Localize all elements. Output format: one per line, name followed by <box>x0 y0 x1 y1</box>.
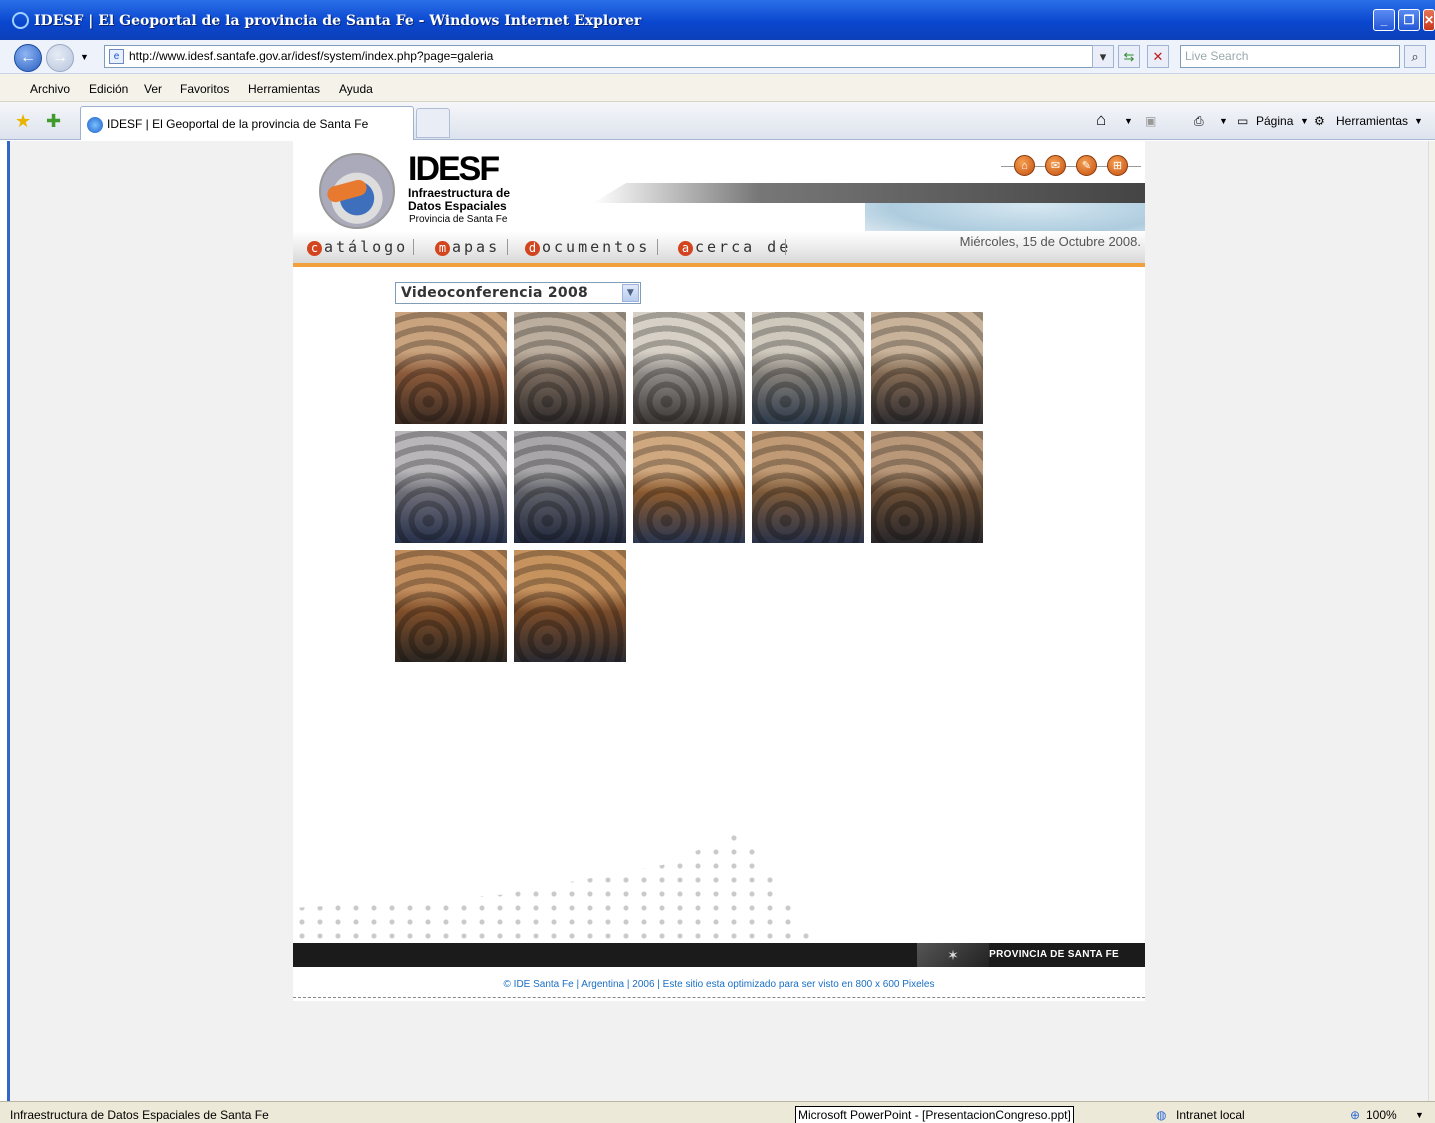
status-text: Infraestructura de Datos Espaciales de S… <box>10 1108 269 1122</box>
home-icon[interactable]: ⌂ <box>1014 155 1035 176</box>
address-dropdown-button[interactable]: ▾ <box>1092 45 1114 68</box>
gallery-thumbnail[interactable] <box>633 312 745 424</box>
edit-icon[interactable]: ✎ <box>1076 155 1097 176</box>
print-icon[interactable]: ⎙ <box>1194 114 1204 129</box>
intranet-globe-icon: ◍ <box>1156 1108 1167 1122</box>
menu-archivo[interactable]: Archivo <box>30 82 70 96</box>
mail-icon[interactable]: ✉ <box>1045 155 1066 176</box>
gallery-thumbnail[interactable] <box>514 312 626 424</box>
address-input[interactable]: e http://www.idesf.santafe.gov.ar/idesf/… <box>104 45 1114 68</box>
favorites-star-icon[interactable]: ★ <box>15 111 31 132</box>
page-menu-icon: ▭ <box>1237 114 1249 128</box>
window-left-border <box>0 141 10 1123</box>
nav-catalogo[interactable]: c atálogo <box>307 238 408 256</box>
address-toolbar: ← → ▼ e http://www.idesf.santafe.gov.ar/… <box>0 40 1435 74</box>
taskbar-tooltip: Microsoft PowerPoint - [PresentacionCong… <box>795 1106 1074 1123</box>
history-dropdown-icon[interactable]: ▼ <box>80 52 89 62</box>
nav-separator <box>413 239 414 255</box>
page-icon: e <box>109 49 124 64</box>
chevron-down-icon[interactable]: ▼ <box>622 284 639 302</box>
footer-dots-graphic <box>293 831 813 941</box>
gallery-thumbnail[interactable] <box>871 431 983 543</box>
window-title: IDESF | El Geoportal de la provincia de … <box>34 13 642 29</box>
gallery-thumbnail[interactable] <box>514 550 626 662</box>
tools-gear-icon: ⚙ <box>1314 114 1325 128</box>
nav-separator <box>657 239 658 255</box>
footer-province-label: PROVINCIA DE SANTA FE <box>989 949 1119 960</box>
gallery-thumbnail[interactable] <box>395 550 507 662</box>
search-input[interactable]: Live Search <box>1180 45 1400 68</box>
tools-menu-button[interactable]: Herramientas <box>1336 114 1408 128</box>
zoom-icon: ⊕ <box>1350 1108 1361 1122</box>
forward-button[interactable]: → <box>46 44 74 72</box>
refresh-button[interactable]: ⇆ <box>1118 45 1140 68</box>
menu-herramientas[interactable]: Herramientas <box>248 82 320 96</box>
print-dropdown-icon[interactable]: ▼ <box>1219 116 1228 126</box>
province-emblem-icon: ✶ <box>917 943 989 967</box>
stop-button[interactable]: ✕ <box>1147 45 1169 68</box>
album-selected-value: Videoconferencia 2008 <box>401 285 589 301</box>
header-bar-graphic <box>593 183 1145 203</box>
menu-favoritos[interactable]: Favoritos <box>180 82 229 96</box>
album-select[interactable]: Videoconferencia 2008 ▼ <box>395 282 641 304</box>
logo-subtitle-2: Datos Espaciales <box>408 199 507 213</box>
idesf-globe-logo-icon[interactable] <box>319 153 395 229</box>
logo-title: IDESF <box>408 150 500 188</box>
gallery-thumbnail[interactable] <box>395 431 507 543</box>
security-zone: Intranet local <box>1176 1108 1245 1122</box>
add-favorite-icon[interactable]: ✚ <box>46 111 61 132</box>
nav-documentos[interactable]: d ocumentos <box>525 238 650 256</box>
nav-separator <box>507 239 508 255</box>
tab-current[interactable]: IDESF | El Geoportal de la provincia de … <box>80 106 414 140</box>
minimize-button[interactable]: _ <box>1373 9 1395 31</box>
vertical-scrollbar[interactable] <box>1428 141 1435 1101</box>
home-icon[interactable]: ⌂ <box>1096 110 1106 130</box>
new-tab-button[interactable] <box>416 108 450 138</box>
nav-mapas[interactable]: m apas <box>435 238 500 256</box>
gallery-thumbnail[interactable] <box>752 431 864 543</box>
menu-edicion[interactable]: Edición <box>89 82 128 96</box>
gallery-thumbnail[interactable] <box>752 312 864 424</box>
tools-dropdown-icon[interactable]: ▼ <box>1414 116 1423 126</box>
footer-dashed-rule <box>293 997 1145 998</box>
menu-ver[interactable]: Ver <box>144 82 162 96</box>
gallery-thumbnail[interactable] <box>514 431 626 543</box>
gallery-thumbnail[interactable] <box>395 312 507 424</box>
nav-separator <box>785 239 786 255</box>
menu-ayuda[interactable]: Ayuda <box>339 82 373 96</box>
site-header: IDESF Infraestructura de Datos Espaciale… <box>293 141 1145 267</box>
window-title-bar: IDESF | El Geoportal de la provincia de … <box>0 0 1435 40</box>
page-dropdown-icon[interactable]: ▼ <box>1300 116 1309 126</box>
header-orange-rule <box>293 263 1145 267</box>
gallery-thumbnail[interactable] <box>871 312 983 424</box>
page-menu-button[interactable]: Página <box>1256 114 1293 128</box>
search-icon[interactable]: ⌕ <box>1404 45 1426 68</box>
status-bar: Infraestructura de Datos Espaciales de S… <box>0 1101 1435 1123</box>
footer-copyright: © IDE Santa Fe | Argentina | 2006 | Este… <box>503 979 935 990</box>
tab-ie-icon <box>87 117 103 133</box>
menu-bar: Archivo Edición Ver Favoritos Herramient… <box>0 74 1435 102</box>
restore-button[interactable]: ❐ <box>1398 9 1420 31</box>
zoom-dropdown-icon[interactable]: ▼ <box>1415 1110 1424 1120</box>
feeds-icon[interactable]: ▣ <box>1145 114 1156 128</box>
tab-bar: ★ ✚ IDESF | El Geoportal de la provincia… <box>0 102 1435 140</box>
close-button[interactable]: ✕ <box>1423 9 1435 31</box>
ie-logo-icon <box>12 12 29 29</box>
sitemap-icon[interactable]: ⊞ <box>1107 155 1128 176</box>
tab-title: IDESF | El Geoportal de la provincia de … <box>107 117 369 131</box>
zoom-level[interactable]: 100% <box>1366 1108 1397 1122</box>
gallery-thumbnail[interactable] <box>633 431 745 543</box>
nav-acerca-de[interactable]: a cerca de <box>678 238 791 256</box>
current-date: Miércoles, 15 de Octubre 2008. <box>959 234 1141 249</box>
logo-subtitle-3: Provincia de Santa Fe <box>409 214 508 225</box>
web-page: IDESF Infraestructura de Datos Espaciale… <box>293 141 1145 1001</box>
home-dropdown-icon[interactable]: ▼ <box>1124 116 1133 126</box>
back-button[interactable]: ← <box>14 44 42 72</box>
search-placeholder: Live Search <box>1185 49 1249 63</box>
address-text: http://www.idesf.santafe.gov.ar/idesf/sy… <box>129 49 494 63</box>
